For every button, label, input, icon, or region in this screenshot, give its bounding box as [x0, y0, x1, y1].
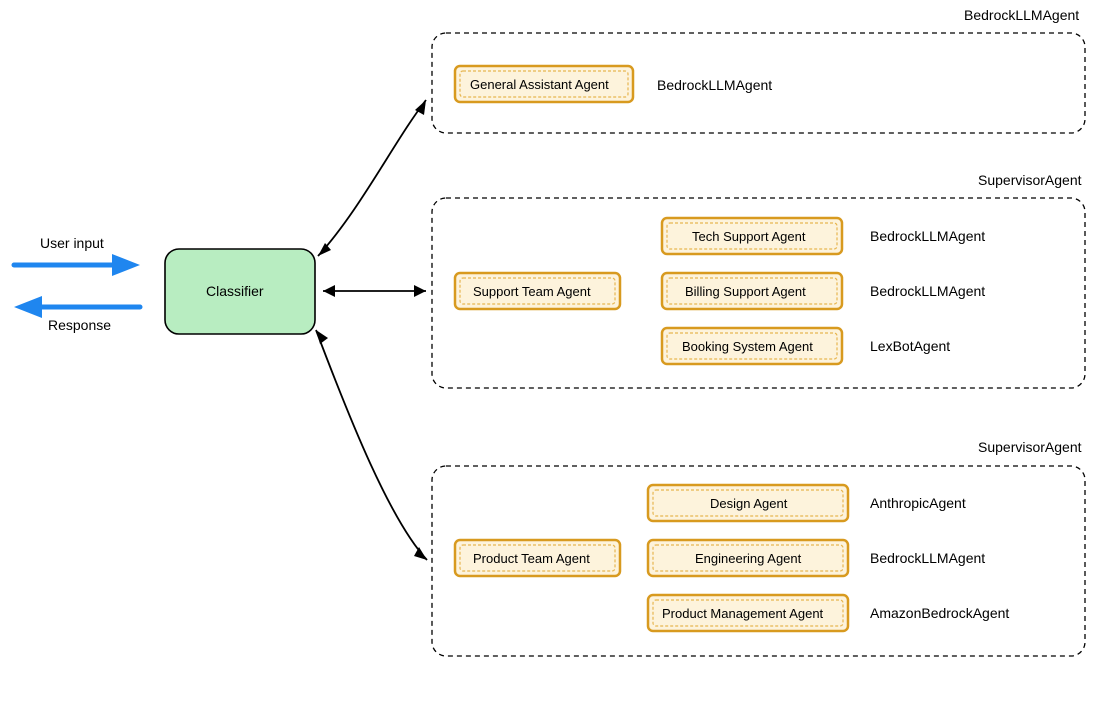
group-2-title: SupervisorAgent: [978, 172, 1082, 188]
tech-support-agent: Tech Support Agent: [662, 218, 842, 254]
classifier-node: Classifier: [165, 249, 315, 334]
agent-name: Billing Support Agent: [685, 284, 806, 299]
agent-type: BedrockLLMAgent: [870, 550, 985, 566]
group-3-title: SupervisorAgent: [978, 439, 1082, 455]
agent-name: Product Team Agent: [473, 551, 590, 566]
engineering-agent: Engineering Agent: [648, 540, 848, 576]
user-input-label: User input: [40, 235, 104, 251]
agent-type: LexBotAgent: [870, 338, 950, 354]
agent-name: Booking System Agent: [682, 339, 813, 354]
agent-name: General Assistant Agent: [470, 77, 609, 92]
agent-type: AmazonBedrockAgent: [870, 605, 1009, 621]
agent-name: Support Team Agent: [473, 284, 591, 299]
user-input-arrow: User input: [14, 235, 140, 276]
booking-system-agent: Booking System Agent: [662, 328, 842, 364]
product-management-agent: Product Management Agent: [648, 595, 848, 631]
group-1-title: BedrockLLMAgent: [964, 7, 1079, 23]
connector-to-group-1: [318, 100, 426, 256]
response-label: Response: [48, 317, 111, 333]
support-team-agent: Support Team Agent: [455, 273, 620, 309]
agent-type: BedrockLLMAgent: [870, 283, 985, 299]
group-bedrockllm: BedrockLLMAgent General Assistant Agent …: [432, 7, 1085, 133]
connector-to-group-3: [316, 330, 427, 560]
agent-type: BedrockLLMAgent: [657, 77, 772, 93]
agent-type: AnthropicAgent: [870, 495, 966, 511]
response-arrow: Response: [14, 296, 140, 333]
connector-to-group-2: [323, 285, 426, 297]
group-supervisor-support: SupervisorAgent Support Team Agent Tech …: [432, 172, 1085, 388]
product-team-agent: Product Team Agent: [455, 540, 620, 576]
agent-name: Product Management Agent: [662, 606, 824, 621]
classifier-label: Classifier: [206, 283, 264, 299]
group-supervisor-product: SupervisorAgent Product Team Agent Desig…: [432, 439, 1085, 656]
architecture-diagram: User input Response Classifier BedrockLL…: [0, 0, 1101, 712]
billing-support-agent: Billing Support Agent: [662, 273, 842, 309]
agent-type: BedrockLLMAgent: [870, 228, 985, 244]
general-assistant-agent: General Assistant Agent: [455, 66, 633, 102]
agent-name: Design Agent: [710, 496, 788, 511]
design-agent: Design Agent: [648, 485, 848, 521]
agent-name: Engineering Agent: [695, 551, 802, 566]
agent-name: Tech Support Agent: [692, 229, 806, 244]
